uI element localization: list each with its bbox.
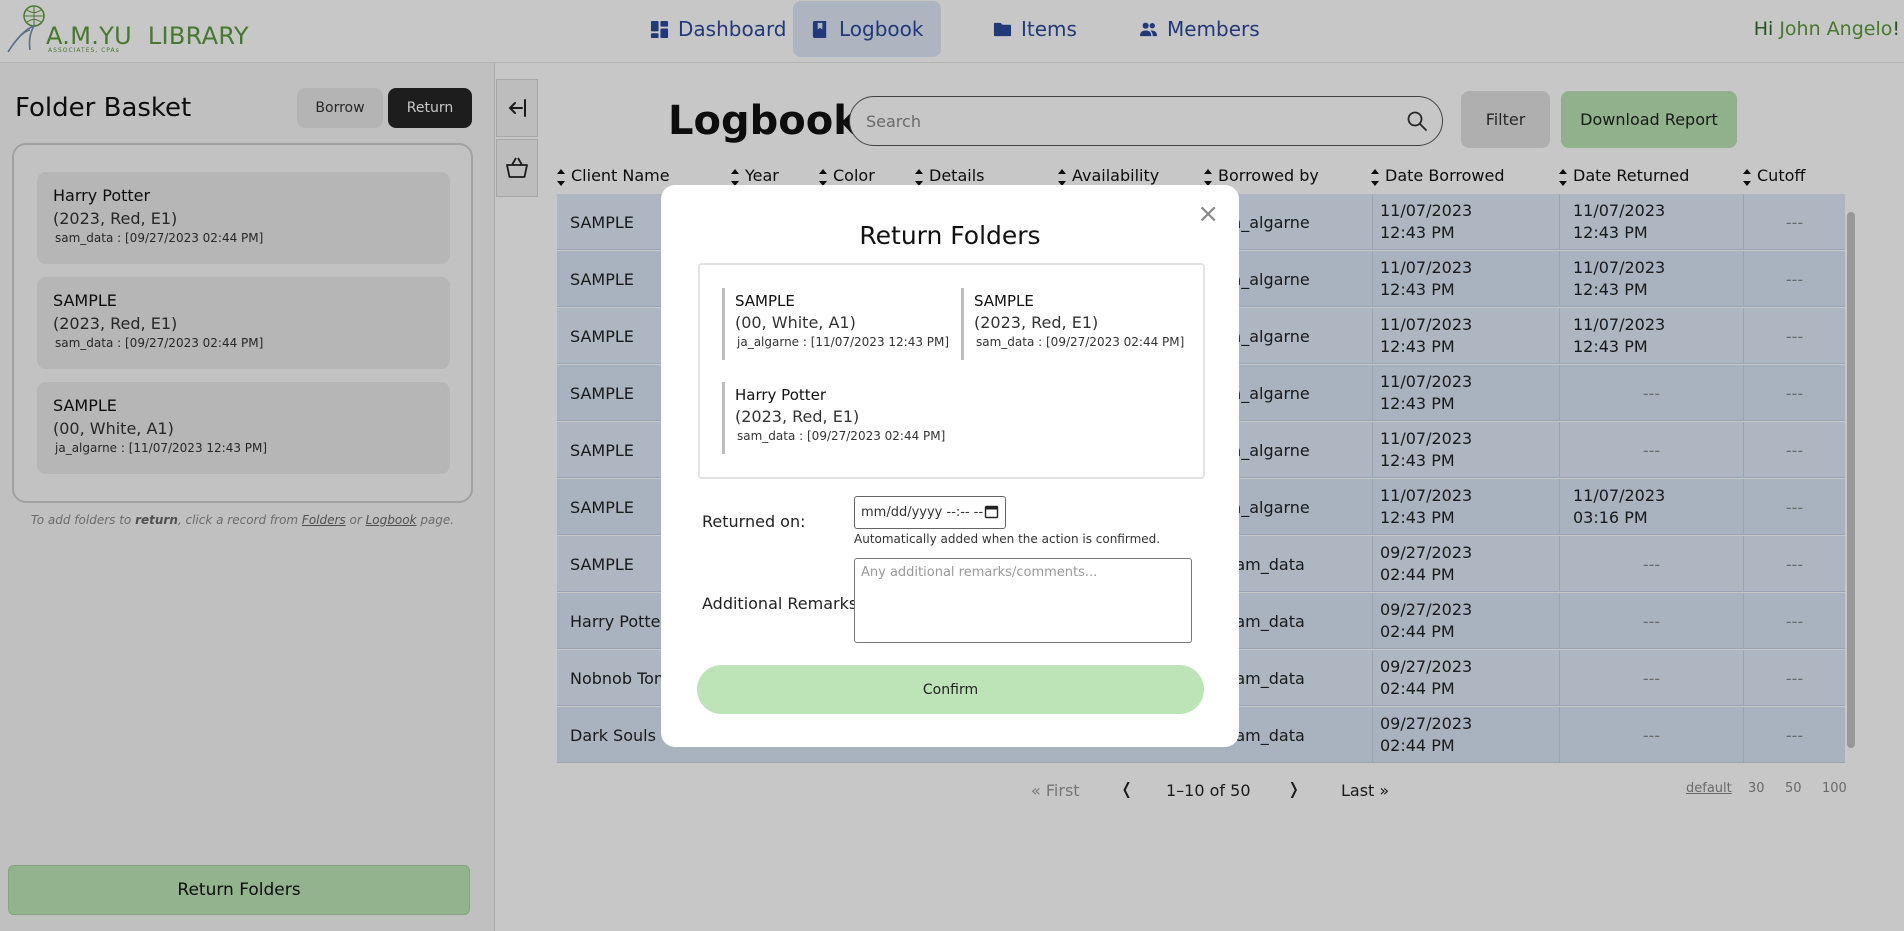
calendar-icon[interactable]: [984, 504, 999, 519]
modal-folder-meta: ja_algarne : [11/07/2023 12:43 PM]: [737, 335, 950, 349]
datetime-placeholder: mm/dd/yyyy --:-- --: [861, 505, 984, 520]
remarks-label: Additional Remarks:: [702, 594, 863, 613]
returned-on-label: Returned on:: [702, 512, 806, 531]
return-folders-modal: × Return Folders SAMPLE (00, White, A1) …: [661, 185, 1239, 747]
modal-folder-details: (2023, Red, E1): [735, 407, 860, 426]
auto-added-note: Automatically added when the action is c…: [854, 532, 1161, 546]
modal-folder-item: Harry Potter (2023, Red, E1) sam_data : …: [722, 382, 945, 454]
confirm-button[interactable]: Confirm: [697, 665, 1204, 714]
modal-folder-meta: sam_data : [09/27/2023 02:44 PM]: [737, 429, 946, 443]
modal-folder-item: SAMPLE (2023, Red, E1) sam_data : [09/27…: [961, 288, 1184, 360]
modal-folder-details: (2023, Red, E1): [974, 313, 1099, 332]
modal-folder-title: SAMPLE: [735, 292, 795, 310]
modal-folder-item: SAMPLE (00, White, A1) ja_algarne : [11/…: [722, 288, 949, 360]
returned-on-datetime-input[interactable]: mm/dd/yyyy --:-- --: [854, 496, 1006, 529]
modal-folder-details: (00, White, A1): [735, 313, 856, 332]
modal-folder-meta: sam_data : [09/27/2023 02:44 PM]: [976, 335, 1185, 349]
modal-folder-list: SAMPLE (00, White, A1) ja_algarne : [11/…: [698, 263, 1205, 479]
remarks-textarea[interactable]: [854, 558, 1192, 643]
modal-title: Return Folders: [859, 221, 1041, 250]
modal-folder-title: Harry Potter: [735, 386, 827, 404]
modal-folder-title: SAMPLE: [974, 292, 1034, 310]
